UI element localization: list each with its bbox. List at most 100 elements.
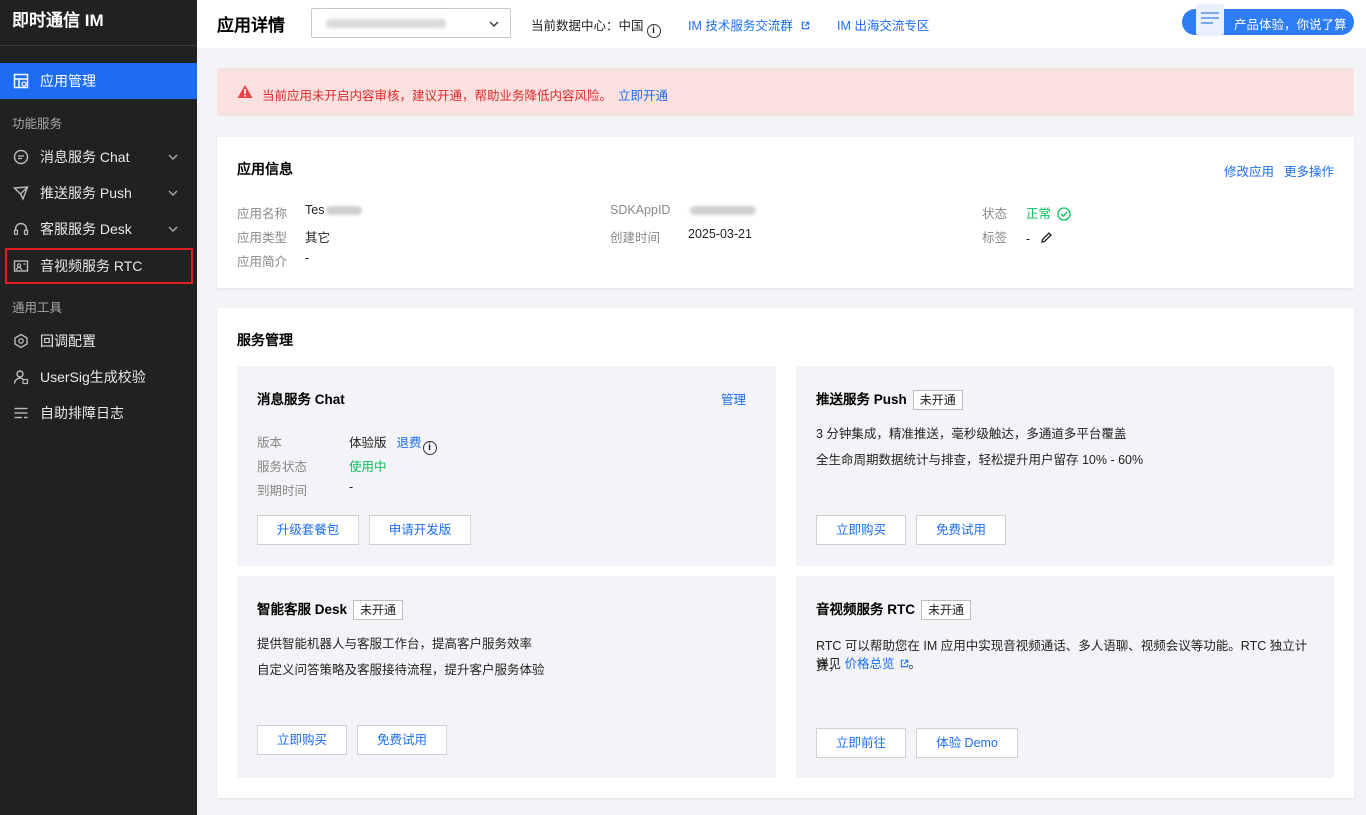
desk-desc-2: 自定义问答策略及客服接待流程，提升客户服务体验 — [257, 663, 545, 677]
rtc-go-button[interactable]: 立即前往 — [816, 728, 906, 758]
field-label: 应用类型 — [237, 231, 288, 245]
section-label-services: 功能服务 — [12, 117, 63, 131]
tech-group-link-label: IM 技术服务交流群 — [688, 19, 793, 33]
overseas-link[interactable]: IM 出海交流专区 — [837, 15, 929, 34]
user-sig-icon — [12, 368, 30, 386]
enable-now-link[interactable]: 立即开通 — [618, 89, 668, 103]
modify-app-link[interactable]: 修改应用 — [1224, 165, 1274, 179]
sidebar-item-rtc[interactable]: 音视频服务 RTC — [5, 248, 193, 284]
app-intro-value: - — [305, 251, 310, 265]
info-icon[interactable]: i — [646, 24, 661, 38]
callback-icon — [12, 332, 30, 350]
app-info-title: 应用信息 — [237, 161, 293, 177]
push-buy-button[interactable]: 立即购买 — [816, 515, 906, 545]
push-trial-button[interactable]: 免费试用 — [916, 515, 1006, 545]
field-label: 应用名称 — [237, 207, 288, 221]
chat-version-text: 体验版 — [349, 436, 387, 450]
rtc-desc-prefix: 详见 — [816, 657, 842, 671]
product-feedback-label: 产品体验，你说了算 — [1234, 18, 1347, 32]
chat-manage-link[interactable]: 管理 — [721, 389, 746, 408]
datacenter-label: 当前数据中心：中国 — [531, 19, 644, 33]
headset-icon — [12, 220, 30, 238]
sdkappid-value — [688, 203, 756, 217]
sidebar-item-logs[interactable]: 自助排障日志 — [0, 395, 197, 431]
desk-service-panel: 智能客服 Desk 未开通 提供智能机器人与客服工作台，提高客户服务效率 自定义问… — [237, 576, 776, 778]
sidebar-item-callback[interactable]: 回调配置 — [0, 323, 197, 359]
product-feedback-button[interactable]: 产品体验，你说了算 — [1182, 4, 1354, 36]
push-icon — [12, 184, 30, 202]
app-manage-icon — [12, 72, 30, 90]
status-text: 正常 — [1026, 207, 1052, 221]
warning-icon — [237, 85, 253, 98]
sidebar-item-app-manage[interactable]: 应用管理 — [0, 63, 197, 99]
app-info-card: 应用信息 修改应用 更多操作 应用名称 Tes 应用类型 其它 应用简介 - SD… — [217, 137, 1354, 288]
pencil-icon[interactable] — [1040, 231, 1053, 244]
desk-buy-button[interactable]: 立即购买 — [257, 725, 347, 755]
desk-trial-button[interactable]: 免费试用 — [357, 725, 447, 755]
field-label: 到期时间 — [257, 484, 308, 498]
brand-title: 即时通信 IM — [0, 0, 197, 46]
field-label: 标签 — [982, 231, 1008, 245]
app-name-text: Tes — [305, 203, 325, 217]
info-icon[interactable]: i — [422, 441, 437, 455]
status-badge: 未开通 — [353, 600, 404, 620]
top-header: 应用详情 当前数据中心：中国 i IM 技术服务交流群 IM 出海交流专区 产品体… — [197, 0, 1366, 48]
sidebar-item-label: 客服服务 Desk — [40, 221, 132, 237]
redacted-text — [326, 206, 363, 216]
chat-version-value: 体验版 退费 i — [349, 432, 437, 455]
page-title: 应用详情 — [217, 16, 285, 35]
sidebar-item-chat[interactable]: 消息服务 Chat — [0, 139, 197, 175]
sidebar-item-label: 自助排障日志 — [40, 405, 124, 421]
more-actions-link[interactable]: 更多操作 — [1284, 165, 1334, 179]
field-label: 版本 — [257, 436, 283, 450]
apply-dev-edition-button[interactable]: 申请开发版 — [369, 515, 471, 545]
push-desc-1: 3 分钟集成，精准推送，毫秒级触达，多通道多平台覆盖 — [816, 427, 1127, 441]
rtc-service-title: 音视频服务 RTC 未开通 — [816, 598, 972, 620]
field-label: 创建时间 — [610, 231, 661, 245]
push-desc-2: 全生命周期数据统计与排查，轻松提升用户留存 10% - 60% — [816, 453, 1144, 467]
tech-group-link[interactable]: IM 技术服务交流群 — [688, 15, 810, 34]
chevron-down-icon — [168, 190, 178, 196]
check-circle-icon — [1056, 207, 1071, 221]
upgrade-package-button[interactable]: 升级套餐包 — [257, 515, 359, 545]
tags-text: - — [1026, 232, 1031, 246]
field-label: SDKAppID — [610, 203, 671, 217]
sidebar-item-usersig[interactable]: UserSig生成校验 — [0, 359, 197, 395]
alert-text: 当前应用未开启内容审核，建议开通，帮助业务降低内容风险。 立即开通 — [262, 85, 668, 104]
app-info-actions: 修改应用 更多操作 — [1214, 161, 1334, 180]
document-icon — [1196, 4, 1224, 36]
section-label-tools: 通用工具 — [12, 301, 63, 315]
sidebar-item-label: 回调配置 — [40, 333, 96, 349]
sidebar-item-label: 应用管理 — [40, 73, 96, 89]
tags-value: - — [1026, 231, 1053, 246]
created-value: 2025-03-21 — [688, 227, 752, 241]
chat-service-title: 消息服务 Chat — [257, 392, 345, 407]
chat-expire-value: - — [349, 480, 354, 494]
sidebar-item-desk[interactable]: 客服服务 Desk — [0, 211, 197, 247]
chevron-down-icon — [168, 226, 178, 232]
service-management-card: 服务管理 消息服务 Chat 管理 版本 体验版 退费 i 服务状态 使用中 到期时… — [217, 308, 1354, 798]
refund-link[interactable]: 退费 — [397, 436, 422, 450]
app-selector[interactable] — [311, 8, 511, 38]
desk-title-text: 智能客服 Desk — [257, 602, 348, 617]
app-selector-value — [326, 19, 446, 28]
sidebar-item-label: 推送服务 Push — [40, 185, 132, 201]
external-link-icon — [900, 659, 908, 668]
chat-status-value: 使用中 — [349, 460, 387, 474]
sidebar: 即时通信 IM 应用管理 功能服务 消息服务 Chat 推送服务 Push 客服… — [0, 0, 197, 815]
push-service-panel: 推送服务 Push 未开通 3 分钟集成，精准推送，毫秒级触达，多通道多平台覆盖 … — [796, 366, 1334, 566]
status-value: 正常 — [1026, 203, 1071, 222]
price-overview-link[interactable]: 价格总览 — [845, 657, 895, 671]
app-type-value: 其它 — [305, 231, 331, 245]
chat-icon — [12, 148, 30, 166]
service-management-title: 服务管理 — [237, 332, 293, 348]
rtc-demo-button[interactable]: 体验 Demo — [916, 728, 1018, 758]
rtc-desc-suffix: 。 — [908, 657, 922, 671]
sidebar-item-push[interactable]: 推送服务 Push — [0, 175, 197, 211]
rtc-title-text: 音视频服务 RTC — [816, 602, 915, 617]
sidebar-item-label: UserSig生成校验 — [40, 369, 146, 385]
sidebar-item-label: 音视频服务 RTC — [40, 258, 143, 274]
push-service-title: 推送服务 Push 未开通 — [816, 388, 963, 410]
desk-desc-1: 提供智能机器人与客服工作台，提高客户服务效率 — [257, 637, 533, 651]
desk-service-title: 智能客服 Desk 未开通 — [257, 598, 404, 620]
